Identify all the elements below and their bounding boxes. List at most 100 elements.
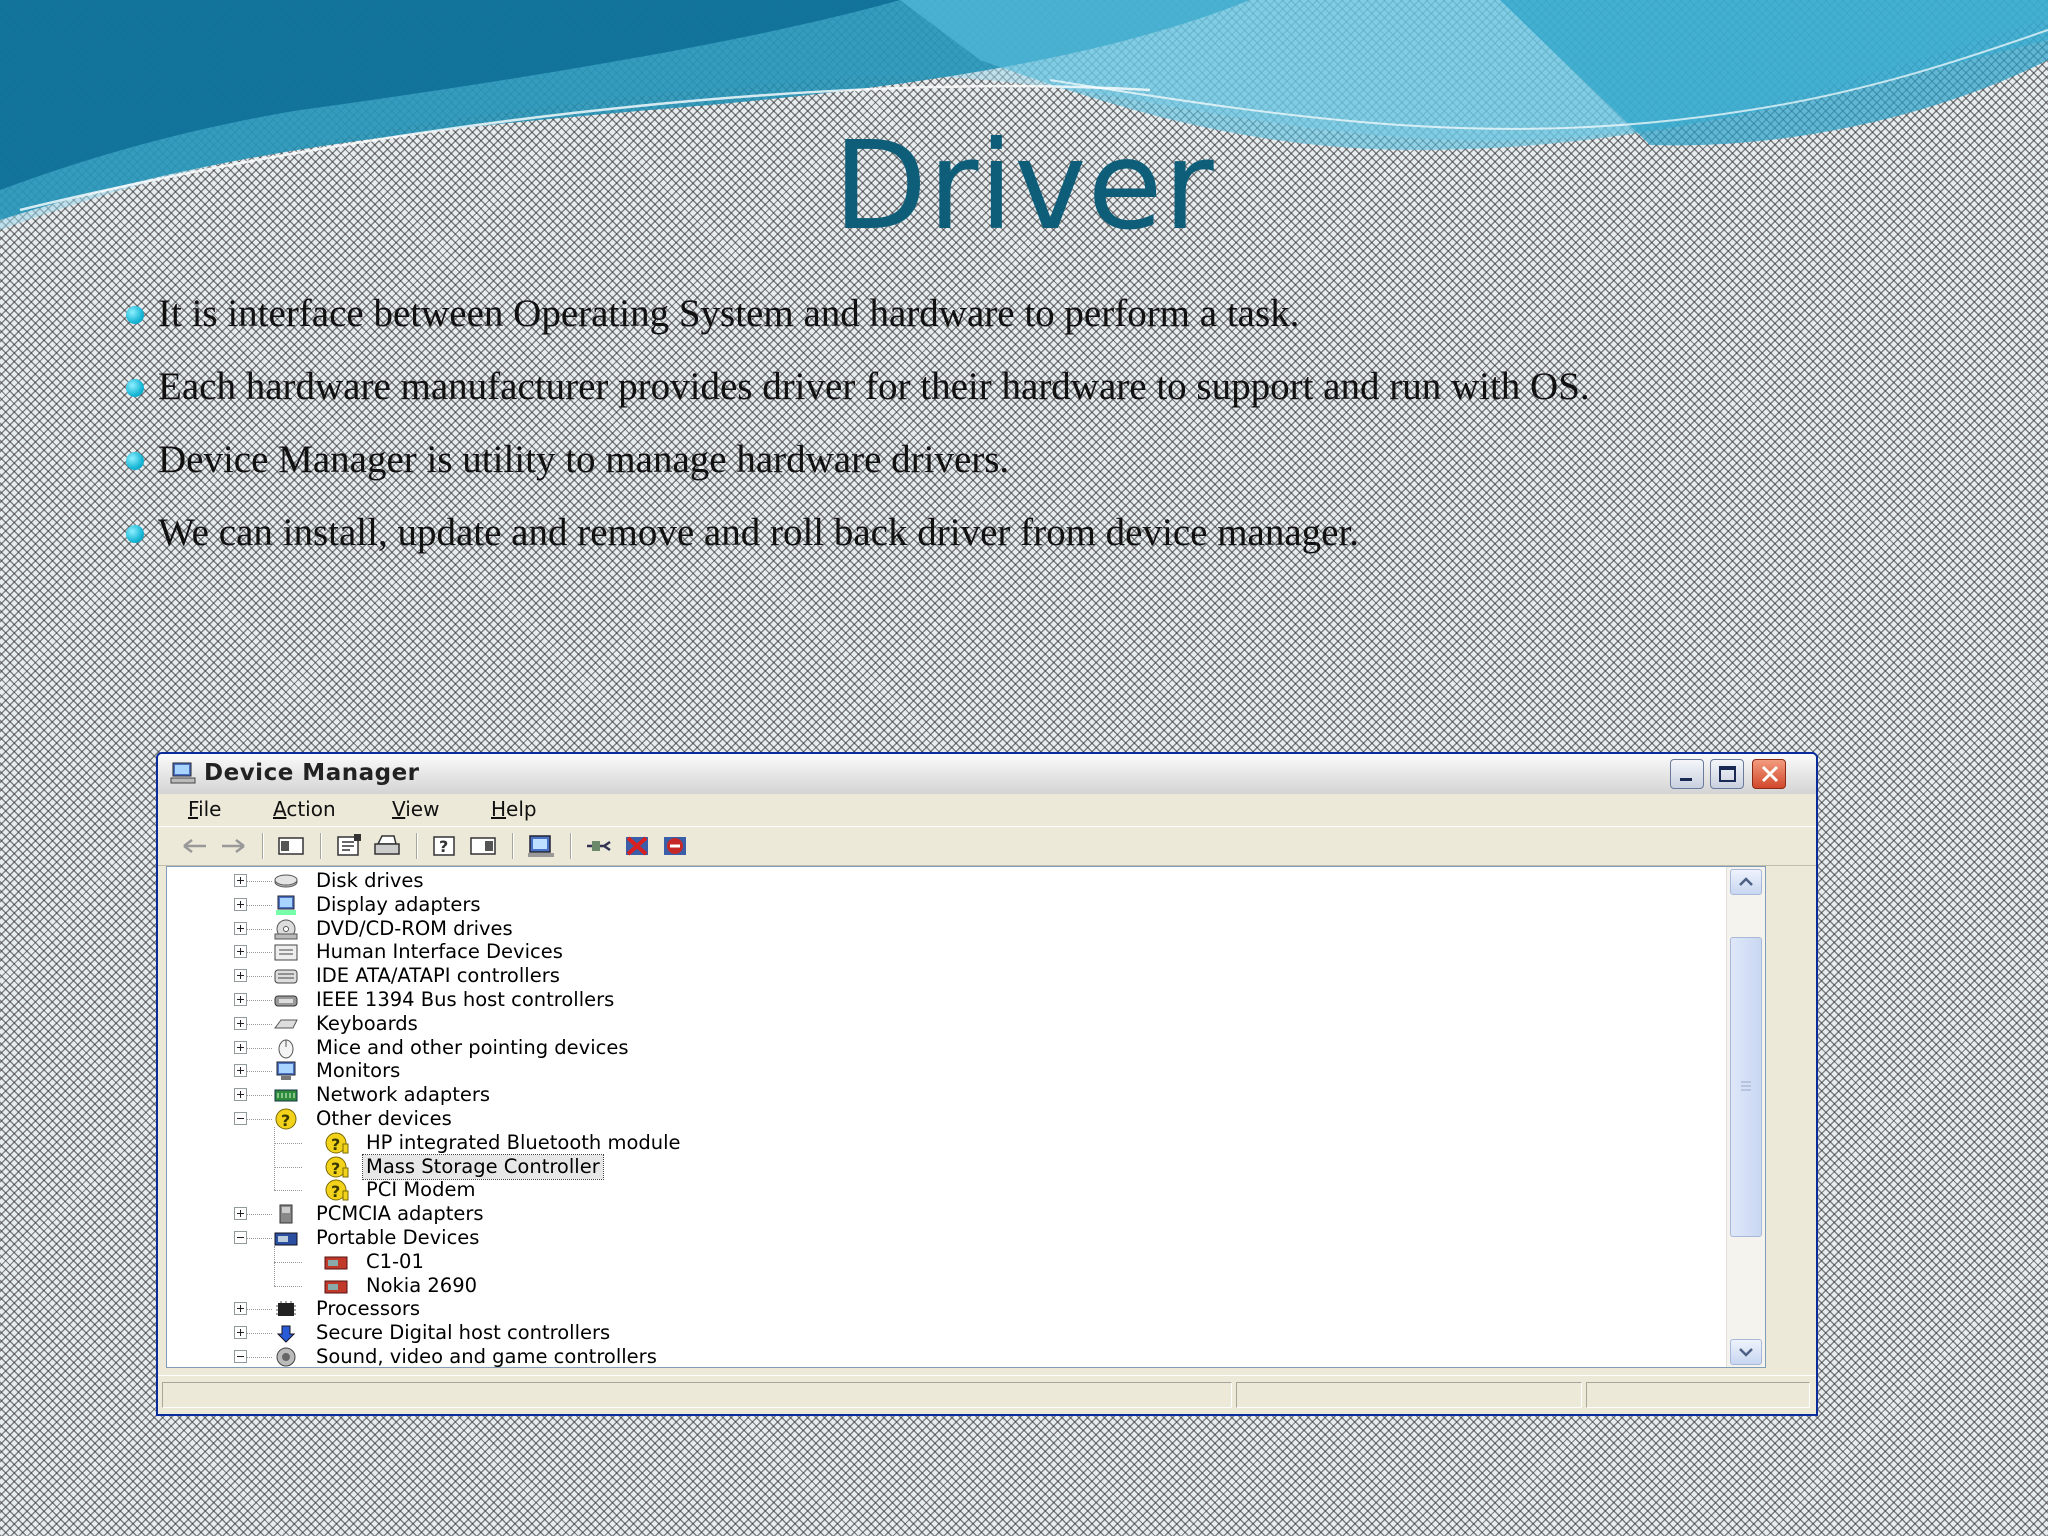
svg-text:?: ? bbox=[331, 1135, 340, 1154]
tree-device-row[interactable]: Nokia 2690 bbox=[167, 1274, 1717, 1298]
uninstall-icon[interactable] bbox=[622, 832, 652, 860]
tree-category-row[interactable]: Mice and other pointing devices bbox=[167, 1036, 1717, 1060]
tree-connector bbox=[247, 881, 272, 883]
tree-item-label[interactable]: Processors bbox=[313, 1297, 423, 1321]
tree-category-row[interactable]: Secure Digital host controllers bbox=[167, 1321, 1717, 1345]
tree-category-row[interactable]: DVD/CD-ROM drives bbox=[167, 917, 1717, 941]
expand-plus-icon[interactable] bbox=[234, 993, 247, 1006]
tree-item-label[interactable]: Human Interface Devices bbox=[313, 940, 566, 964]
tree-category-row[interactable]: PCMCIA adapters bbox=[167, 1202, 1717, 1226]
collapse-minus-icon[interactable] bbox=[234, 1231, 247, 1244]
device-manager-window: Device Manager File Action View Help ? D… bbox=[156, 752, 1818, 1416]
tree-item-label[interactable]: C1-01 bbox=[363, 1250, 427, 1274]
tree-item-label[interactable]: IEEE 1394 Bus host controllers bbox=[313, 988, 617, 1012]
tree-category-row[interactable]: Display adapters bbox=[167, 893, 1717, 917]
tree-device-row[interactable]: ? PCI Modem bbox=[167, 1178, 1717, 1202]
expand-plus-icon[interactable] bbox=[234, 897, 247, 911]
chevron-down-icon bbox=[1739, 1348, 1753, 1357]
scroll-down-button[interactable] bbox=[1730, 1339, 1762, 1365]
maximize-button[interactable] bbox=[1710, 759, 1744, 789]
expand-plus-icon[interactable] bbox=[234, 1302, 247, 1316]
console-tree-icon[interactable] bbox=[276, 832, 306, 860]
tree-category-row[interactable]: ? Other devices bbox=[167, 1107, 1717, 1131]
tree-category-row[interactable]: Sound, video and game controllers bbox=[167, 1345, 1717, 1367]
tree-item-label[interactable]: Other devices bbox=[313, 1107, 455, 1131]
tree-item-label[interactable]: Nokia 2690 bbox=[363, 1274, 480, 1298]
tree-connector bbox=[247, 1309, 272, 1311]
minimize-icon bbox=[1680, 778, 1692, 781]
scan-hardware-icon[interactable] bbox=[526, 832, 556, 860]
disable-device-icon[interactable] bbox=[660, 832, 690, 860]
expand-plus-icon[interactable] bbox=[234, 1040, 247, 1054]
expand-plus-icon[interactable] bbox=[234, 1207, 247, 1221]
tree-item-label[interactable]: Keyboards bbox=[313, 1012, 421, 1036]
expand-plus-icon[interactable] bbox=[234, 1064, 247, 1078]
collapse-minus-icon[interactable] bbox=[234, 1112, 247, 1125]
expand-plus-icon[interactable] bbox=[234, 921, 247, 935]
tree-device-row[interactable]: ? Mass Storage Controller bbox=[167, 1153, 1717, 1180]
tree-connector bbox=[247, 1047, 272, 1050]
scroll-thumb[interactable] bbox=[1730, 937, 1762, 1237]
tree-item-label[interactable]: Display adapters bbox=[313, 893, 484, 917]
expand-plus-icon[interactable] bbox=[234, 969, 247, 983]
tree-item-label[interactable]: Mice and other pointing devices bbox=[313, 1036, 632, 1060]
keyboard-icon bbox=[274, 1019, 298, 1029]
cd-drive-icon bbox=[274, 919, 298, 940]
help-icon[interactable]: ? bbox=[430, 832, 460, 860]
hid-icon bbox=[274, 944, 298, 961]
close-button[interactable] bbox=[1752, 759, 1786, 789]
expand-plus-icon[interactable] bbox=[234, 1088, 247, 1102]
tree-item-label[interactable]: HP integrated Bluetooth module bbox=[363, 1131, 684, 1155]
tree-item-label[interactable]: Disk drives bbox=[313, 869, 427, 893]
tree-category-row[interactable]: IEEE 1394 Bus host controllers bbox=[167, 988, 1717, 1012]
scroll-up-button[interactable] bbox=[1730, 869, 1762, 895]
warning-device-icon: ? bbox=[325, 1179, 349, 1201]
action-pane-icon[interactable] bbox=[468, 832, 498, 860]
tree-category-row[interactable]: Processors bbox=[167, 1297, 1717, 1321]
tree-category-row[interactable]: Keyboards bbox=[167, 1012, 1717, 1036]
properties-icon[interactable] bbox=[334, 832, 364, 860]
forward-arrow-icon[interactable] bbox=[218, 832, 248, 860]
tree-item-label[interactable]: Network adapters bbox=[313, 1083, 493, 1107]
tree-device-row[interactable]: C1-01 bbox=[167, 1250, 1717, 1274]
window-titlebar[interactable]: Device Manager bbox=[158, 754, 1816, 795]
tree-device-row[interactable]: ? HP integrated Bluetooth module bbox=[167, 1131, 1717, 1155]
tree-item-label[interactable]: Monitors bbox=[313, 1059, 403, 1083]
update-driver-icon[interactable] bbox=[584, 832, 614, 860]
tree-connector bbox=[247, 1333, 272, 1335]
tree-category-row[interactable]: Monitors bbox=[167, 1059, 1717, 1083]
tree-item-label[interactable]: IDE ATA/ATAPI controllers bbox=[313, 964, 563, 988]
device-tree[interactable]: Disk drives Display adapters DVD/CD-ROM dr… bbox=[166, 866, 1766, 1368]
expand-plus-icon[interactable] bbox=[234, 874, 247, 887]
expand-plus-icon[interactable] bbox=[234, 1016, 247, 1030]
tree-item-label[interactable]: Sound, video and game controllers bbox=[313, 1345, 660, 1367]
bullet-dot-icon bbox=[126, 379, 144, 397]
tree-category-row[interactable]: IDE ATA/ATAPI controllers bbox=[167, 964, 1717, 988]
menu-help[interactable]: Help bbox=[491, 797, 537, 821]
tree-category-row[interactable]: Human Interface Devices bbox=[167, 940, 1717, 964]
expand-plus-icon[interactable] bbox=[234, 945, 247, 959]
toolbar: ? bbox=[158, 826, 1816, 866]
status-pane-main bbox=[162, 1382, 1232, 1408]
tree-item-label[interactable]: PCMCIA adapters bbox=[313, 1202, 487, 1226]
tree-item-label[interactable]: DVD/CD-ROM drives bbox=[313, 917, 516, 941]
menu-file[interactable]: File bbox=[188, 797, 221, 821]
menu-action[interactable]: Action bbox=[273, 797, 336, 821]
tree-item-label[interactable]: Portable Devices bbox=[313, 1226, 482, 1250]
tree-connector bbox=[247, 1357, 272, 1359]
tree-item-label[interactable]: Mass Storage Controller bbox=[362, 1153, 604, 1180]
tree-category-row[interactable]: Network adapters bbox=[167, 1083, 1717, 1107]
tree-connector bbox=[274, 1285, 302, 1288]
print-icon[interactable] bbox=[372, 832, 402, 860]
minimize-button[interactable] bbox=[1670, 759, 1704, 789]
tree-connector bbox=[247, 1119, 272, 1121]
tree-item-label[interactable]: Secure Digital host controllers bbox=[313, 1321, 613, 1345]
expand-plus-icon[interactable] bbox=[234, 1326, 247, 1340]
collapse-minus-icon[interactable] bbox=[234, 1350, 247, 1363]
tree-category-row[interactable]: Disk drives bbox=[167, 869, 1717, 893]
back-arrow-icon[interactable] bbox=[180, 832, 210, 860]
tree-item-label[interactable]: PCI Modem bbox=[363, 1178, 478, 1202]
tree-category-row[interactable]: Portable Devices bbox=[167, 1226, 1717, 1250]
vertical-scrollbar[interactable] bbox=[1726, 867, 1765, 1367]
menu-view[interactable]: View bbox=[392, 797, 439, 821]
